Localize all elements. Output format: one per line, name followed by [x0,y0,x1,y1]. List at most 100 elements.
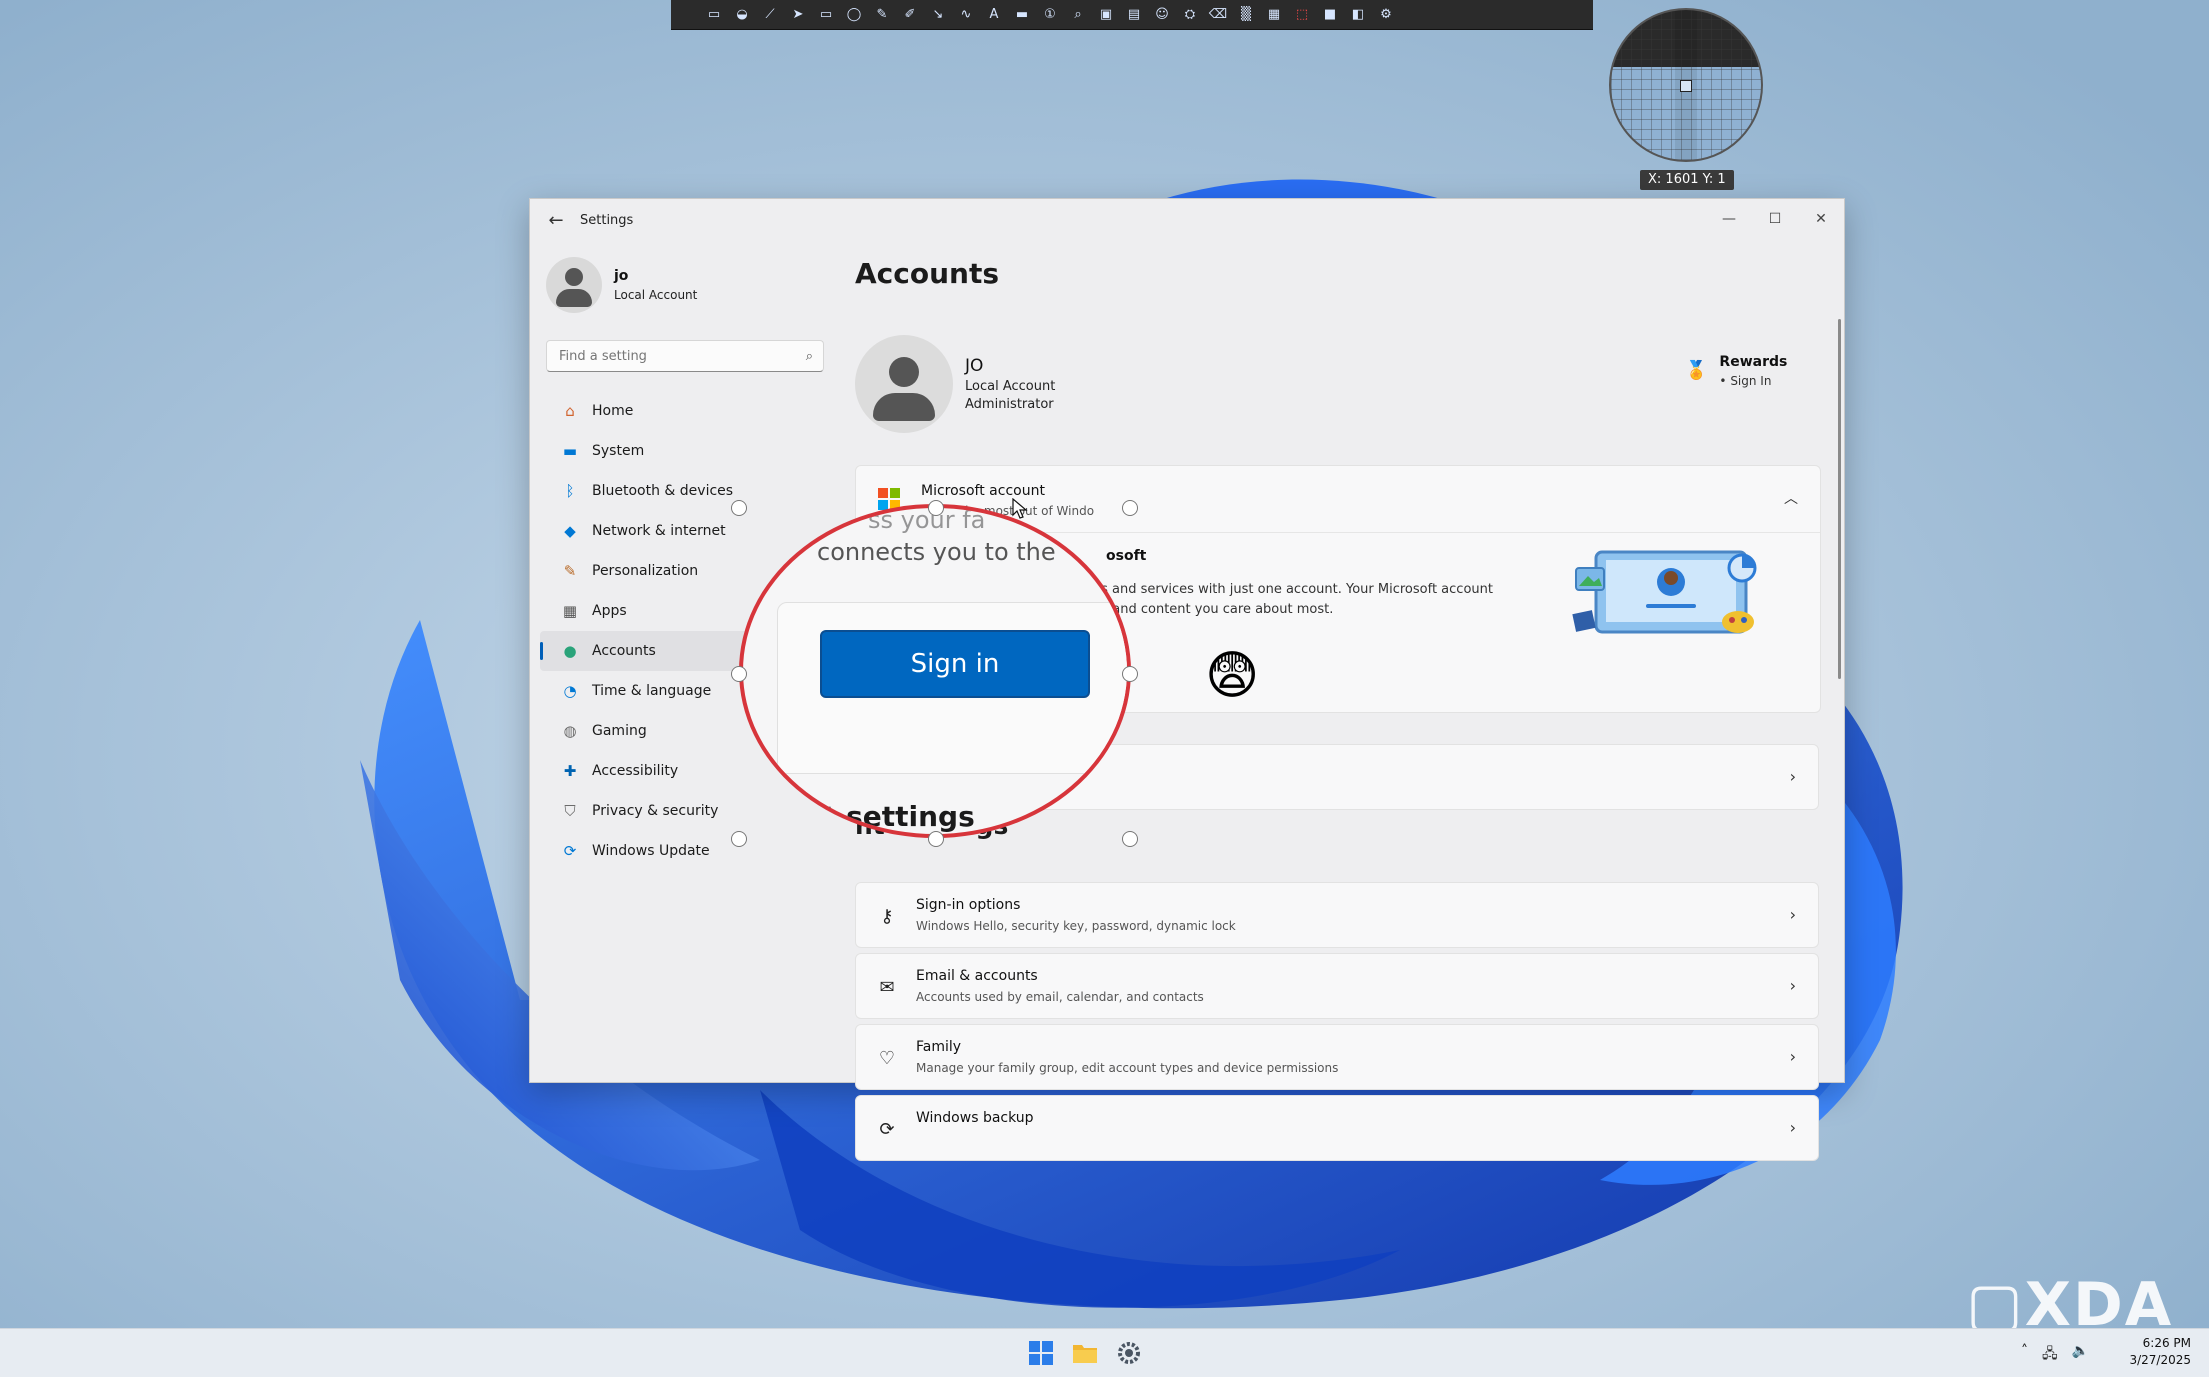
minimize-button[interactable]: — [1706,199,1752,239]
row-description: Accounts used by email, calendar, and co… [916,990,1204,1004]
search-icon[interactable]: ⌕ [806,349,813,364]
settings-gear-icon[interactable] [1115,1339,1143,1367]
lens-text: connects you to the [817,538,1056,566]
chevron-right-icon: › [1789,905,1796,924]
sidebar-item-system[interactable]: ▬ System [540,431,840,471]
sidebar-item-label: Network & internet [592,523,726,539]
back-arrow-icon[interactable]: ← [544,209,568,233]
resize-handle-top-right[interactable] [1122,500,1138,516]
row-description: Manage your family group, edit account t… [916,1061,1339,1075]
controller-icon: ◍ [563,722,577,740]
resize-handle-left[interactable] [731,666,747,682]
key-icon: ⚷ [880,905,894,927]
text-tool-icon[interactable]: A [983,4,1005,26]
file-explorer-icon[interactable] [1071,1339,1099,1367]
resize-handle-bottom[interactable] [928,831,944,847]
page-title: Accounts [855,257,1000,290]
eraser-tool-icon[interactable]: ⌫ [1207,4,1229,26]
account-role: Administrator [965,397,1054,412]
search-input[interactable] [557,347,806,365]
note-tool-icon[interactable]: ▣ [1095,4,1117,26]
chevron-up-icon[interactable]: ︿ [1784,488,1798,508]
sidebar-item-windows-update[interactable]: ⟳ Windows Update [540,831,840,871]
sign-in-button[interactable]: Sign in [820,630,1090,698]
color-tool-icon[interactable]: ◧ [1347,4,1369,26]
apps-icon: ▦ [562,602,578,620]
search-box[interactable]: ⌕ [546,340,824,372]
account-avatar[interactable] [855,335,953,433]
close-button[interactable]: ✕ [1798,199,1844,239]
account-name: JO [965,356,984,376]
bluetooth-icon: ᛒ [565,482,575,500]
microsoft-account-body-text: ts and services with just one account. Y… [1096,580,1566,620]
volume-icon[interactable]: 🔈 [2072,1343,2089,1367]
callout-tool-icon[interactable]: ▬ [1011,4,1033,26]
shape-tool-icon[interactable]: ◒ [731,4,753,26]
sidebar-item-label: Home [592,403,634,419]
sidebar-item-label: Time & language [592,683,712,699]
shield-icon: ⛉ [564,802,576,820]
chevron-up-tray-icon[interactable]: ˄ [2021,1343,2028,1367]
magnifier-loupe [1609,8,1763,162]
rewards-widget[interactable]: 🏅 Rewards • Sign In [1685,354,1787,388]
crop-tool-icon[interactable]: ⬚ [1291,4,1313,26]
network-icon[interactable]: 🖧 [2042,1343,2058,1367]
resize-handle-top-left[interactable] [731,500,747,516]
sidebar-item-label: Gaming [592,723,647,739]
backup-icon: ⟳ [879,1118,895,1140]
grid-tool-icon[interactable]: ▦ [1263,4,1285,26]
update-icon: ⟳ [563,842,577,860]
marker-tool-icon[interactable]: ✐ [899,4,921,26]
rewards-sign-in-link[interactable]: • Sign In [1719,374,1787,388]
stamp-tool-icon[interactable]: ⛭ [1179,4,1201,26]
profile-name: jo [614,268,629,284]
sidebar-item-home[interactable]: ⌂ Home [540,391,840,431]
monitor-icon: ▬ [562,442,578,460]
person-icon: ● [563,642,577,660]
counter-tool-icon[interactable]: ① [1039,4,1061,26]
settings-window: ← Settings — ☐ ✕ jo Local Account ⌕ ⌂ Hom… [529,198,1845,1161]
blur-tool-icon[interactable]: ▒ [1235,4,1257,26]
user-profile[interactable]: jo Local Account [546,257,697,313]
fill-tool-icon[interactable]: ■ [1319,4,1341,26]
ellipse-tool-icon[interactable]: ◯ [843,4,865,26]
settings-row-sign-in-options[interactable]: ⚷ Sign-in options Windows Hello, security … [855,882,1819,948]
sidebar-item-label: Accessibility [592,763,679,779]
magnifier-tool-icon[interactable]: ⌕ [1067,4,1089,26]
scrollbar[interactable] [1838,319,1841,679]
highlight-tool-icon[interactable]: ▤ [1123,4,1145,26]
cursor-tool-icon[interactable]: ➤ [787,4,809,26]
pen-tool-icon[interactable]: ✎ [871,4,893,26]
rect-tool-icon[interactable]: ▭ [815,4,837,26]
scared-emoji-sticker[interactable]: 😨 [1205,646,1259,706]
curve-tool-icon[interactable]: ∿ [955,4,977,26]
sidebar-item-bluetooth-devices[interactable]: ᛒ Bluetooth & devices [540,471,840,511]
resize-handle-right[interactable] [1122,666,1138,682]
rewards-title: Rewards [1719,354,1788,370]
resize-handle-bottom-right[interactable] [1122,831,1138,847]
sidebar-item-label: Personalization [592,563,699,579]
settings-row-windows-backup[interactable]: ⟳ Windows backup › [855,1095,1819,1161]
settings-row-email-accounts[interactable]: ✉ Email & accounts Accounts used by email,… [855,953,1819,1019]
clock[interactable]: 6:26 PM 3/27/2025 [2129,1335,2191,1369]
zoom-lens[interactable]: ss your fa connects you to the Sign in n… [739,504,1131,838]
account-illustration [1572,550,1757,634]
maximize-button[interactable]: ☐ [1752,199,1798,239]
arrow-tool-icon[interactable]: ↘ [927,4,949,26]
account-type: Local Account [965,379,1056,394]
resize-handle-top[interactable] [928,500,944,516]
app-title: Settings [580,213,634,228]
settings-row-family[interactable]: ♡ Family Manage your family group, edit ac… [855,1024,1819,1090]
start-windows-icon[interactable] [1027,1339,1055,1367]
window-controls: — ☐ ✕ [1706,199,1844,239]
family-heart-icon: ♡ [878,1047,896,1069]
accessibility-icon: ✚ [563,762,577,780]
emoji-tool-icon[interactable]: ☺ [1151,4,1173,26]
coordinate-readout: X: 1601 Y: 1 [1640,170,1734,190]
settings-tool-icon[interactable]: ⚙ [1375,4,1397,26]
clock-time: 6:26 PM [2142,1336,2191,1350]
select-tool-icon[interactable]: ▭ [703,4,725,26]
title-bar: ← Settings — ☐ ✕ [530,199,1844,243]
line-tool-icon[interactable]: ⟋ [759,4,781,26]
resize-handle-bottom-left[interactable] [731,831,747,847]
